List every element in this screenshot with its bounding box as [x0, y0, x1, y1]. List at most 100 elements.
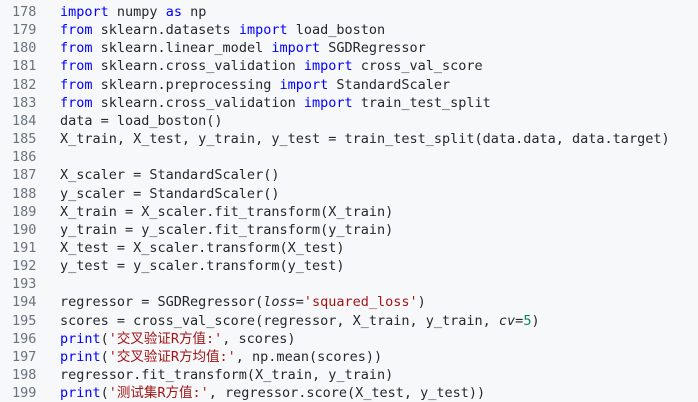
line-code: X_train, X_test, y_train, y_test = train…: [60, 130, 670, 148]
code-token: ): [531, 312, 540, 329]
line-number: 192: [12, 258, 37, 275]
code-token: regressor.fit_transform(X_train, y_train…: [60, 367, 394, 383]
code-line[interactable]: 184 data = load_boston(): [0, 112, 698, 130]
line-number: 180: [12, 40, 37, 57]
line-number: 187: [12, 167, 37, 184]
code-token: '交叉验证R方均值:': [108, 348, 236, 365]
line-code: from sklearn.cross_validation import tra…: [60, 94, 491, 112]
code-token: , np.mean(scores)): [235, 348, 383, 365]
code-token: print: [60, 348, 101, 365]
code-token: y_train = y_scaler.fit_transform(y_train…: [60, 221, 394, 238]
code-token: 'squared_loss': [303, 294, 418, 311]
code-line[interactable]: 190 y_train = y_scaler.fit_transform(y_tr…: [0, 221, 698, 239]
code-token: import: [279, 76, 329, 93]
code-token: '测试集R方值:': [108, 385, 209, 402]
code-line[interactable]: 199 print('测试集R方值:', regressor.score(X_te…: [0, 384, 698, 402]
code-token: from: [60, 40, 93, 57]
code-token: sklearn.datasets: [92, 22, 239, 39]
code-token: X_train = X_scaler.fit_transform(X_train…: [60, 203, 394, 220]
line-code: from sklearn.datasets import load_boston: [60, 21, 385, 39]
line-number: 181: [12, 58, 37, 75]
code-line[interactable]: 182 from sklearn.preprocessing import Sta…: [0, 76, 698, 94]
line-code: print('交叉验证R方值:', scores): [60, 330, 295, 348]
line-code: X_scaler = StandardScaler(): [60, 166, 279, 184]
line-code: from sklearn.linear_model import SGDRegr…: [60, 39, 426, 57]
code-token: sklearn.preprocessing: [92, 76, 280, 93]
code-line[interactable]: 189 X_train = X_scaler.fit_transform(X_tr…: [0, 203, 698, 221]
code-line[interactable]: 185 X_train, X_test, y_train, y_test = tr…: [0, 130, 698, 148]
line-code: X_test = X_scaler.transform(X_test): [60, 239, 344, 257]
code-token: data = load_boston(): [60, 112, 223, 129]
code-token: import: [303, 94, 353, 111]
line-number: 190: [12, 221, 37, 238]
code-token: from: [60, 94, 93, 111]
line-code: import numpy as np: [60, 3, 206, 21]
line-code: regressor = SGDRegressor(loss='squared_l…: [60, 293, 426, 311]
code-token: '交叉验证R方值:': [108, 330, 223, 347]
line-number: 198: [12, 367, 37, 383]
line-number: 189: [12, 203, 37, 220]
code-line[interactable]: 180 from sklearn.linear_model import SGDR…: [0, 39, 698, 57]
code-line[interactable]: 179 from sklearn.datasets import load_bos…: [0, 21, 698, 39]
code-token: , scores): [222, 330, 296, 347]
line-code: from sklearn.cross_validation import cro…: [60, 57, 483, 75]
line-number: 178: [12, 4, 37, 20]
code-line[interactable]: 186: [0, 148, 698, 166]
code-line[interactable]: 191 X_test = X_scaler.transform(X_test): [0, 239, 698, 257]
line-number: 197: [12, 348, 37, 365]
code-line[interactable]: 197 print('交叉验证R方均值:', np.mean(scores)): [0, 348, 698, 366]
code-token: y_test = y_scaler.transform(y_test): [60, 258, 345, 275]
code-token: y_scaler = StandardScaler(): [60, 185, 280, 202]
code-token: from: [60, 22, 93, 39]
line-code: print('测试集R方值:', regressor.score(X_test,…: [60, 384, 485, 402]
code-token: sklearn.cross_validation: [92, 94, 304, 111]
code-line[interactable]: 178 import numpy as np: [0, 3, 698, 21]
code-line[interactable]: 193: [0, 275, 698, 293]
line-number: 194: [12, 294, 37, 311]
line-number: 196: [12, 330, 37, 347]
code-token: (: [100, 330, 109, 347]
code-token: (: [100, 348, 109, 365]
code-token: X_test = X_scaler.transform(X_test): [60, 239, 345, 256]
line-number: 179: [12, 22, 37, 39]
code-line[interactable]: 192 y_test = y_scaler.transform(y_test): [0, 257, 698, 275]
code-token: train_test_split: [352, 94, 491, 111]
code-line[interactable]: 198 regressor.fit_transform(X_train, y_tr…: [0, 366, 698, 384]
code-token: , regressor.score(X_test, y_test)): [208, 385, 486, 402]
line-number: 183: [12, 94, 37, 111]
line-number: 182: [12, 76, 37, 93]
code-token: import: [238, 22, 288, 39]
code-token: loss: [263, 294, 296, 311]
code-token: ): [417, 294, 426, 311]
code-token: print: [60, 385, 101, 402]
code-token: numpy: [108, 4, 166, 20]
code-line[interactable]: 183 from sklearn.cross_validation import …: [0, 94, 698, 112]
code-token: load_boston: [287, 22, 386, 39]
line-number: 199: [12, 385, 37, 402]
code-line[interactable]: 196 print('交叉验证R方值:', scores): [0, 330, 698, 348]
code-line[interactable]: 194 regressor = SGDRegressor(loss='square…: [0, 293, 698, 311]
code-token: X_train, X_test, y_train, y_test = train…: [60, 131, 670, 148]
code-token: =: [295, 294, 304, 311]
code-token: scores = cross_val_score(regressor, X_tr…: [60, 312, 499, 329]
code-line[interactable]: 187 X_scaler = StandardScaler(): [0, 166, 698, 184]
code-token: X_scaler = StandardScaler(): [60, 167, 280, 184]
code-token: print: [60, 330, 101, 347]
code-token: from: [60, 76, 93, 93]
code-token: StandardScaler: [328, 76, 451, 93]
code-token: (: [100, 385, 109, 402]
code-token: as: [165, 4, 182, 20]
code-line[interactable]: 195 scores = cross_val_score(regressor, X…: [0, 312, 698, 330]
line-code: regressor.fit_transform(X_train, y_train…: [60, 366, 393, 384]
line-number: 195: [12, 312, 37, 329]
line-number: 193: [12, 276, 37, 293]
code-token: regressor = SGDRegressor(: [60, 294, 264, 311]
code-line[interactable]: 188 y_scaler = StandardScaler(): [0, 185, 698, 203]
code-line[interactable]: 181 from sklearn.cross_validation import …: [0, 57, 698, 75]
line-number: 184: [12, 112, 37, 129]
code-token: import: [60, 4, 109, 20]
code-editor[interactable]: 178 import numpy as np 179 from sklearn.dat…: [0, 0, 698, 402]
code-token: np: [181, 4, 207, 20]
code-token: SGDRegressor: [320, 40, 426, 57]
line-code: y_test = y_scaler.transform(y_test): [60, 257, 344, 275]
